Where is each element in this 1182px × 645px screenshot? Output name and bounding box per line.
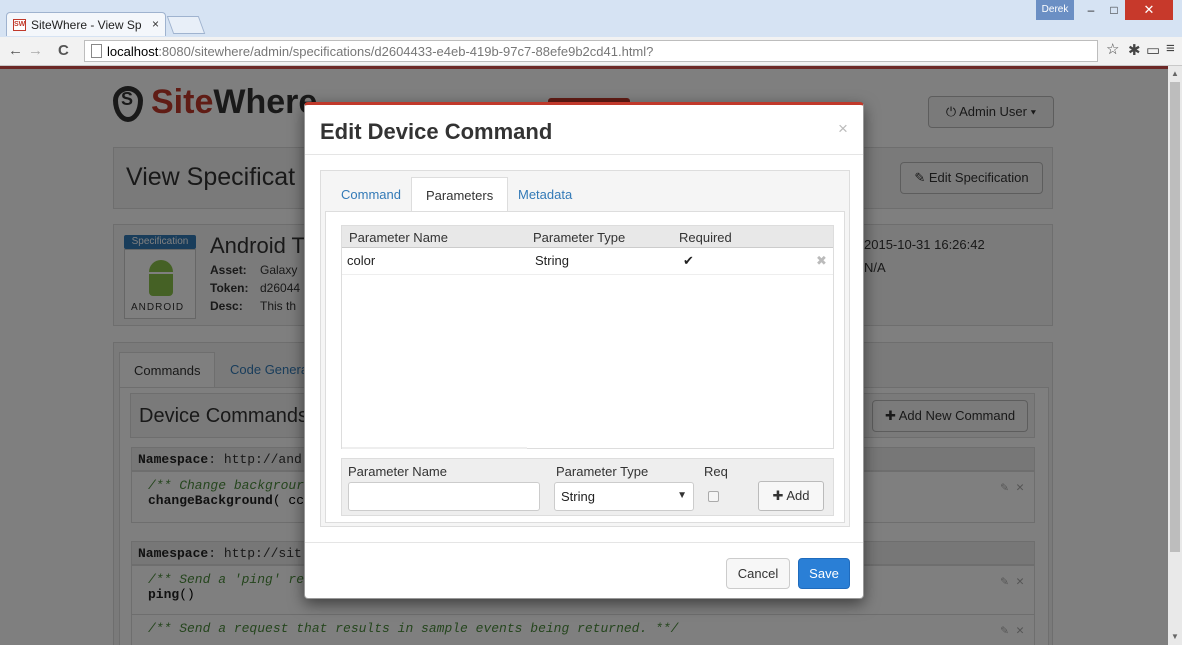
modal-footer: Cancel Save xyxy=(305,542,863,599)
column-header[interactable]: Parameter Name xyxy=(349,230,448,245)
required-checkbox[interactable] xyxy=(708,491,719,502)
dropdown-arrow-icon: ▼ xyxy=(677,490,687,501)
required-label: Req xyxy=(704,464,728,479)
add-parameter-form: Parameter Name Parameter Type Req String… xyxy=(341,458,834,516)
delete-row-icon[interactable]: ✖ xyxy=(816,253,827,269)
parameters-grid: Parameter Name Parameter Type Required c… xyxy=(341,225,834,449)
save-button[interactable]: Save xyxy=(798,558,850,589)
url-host: localhost xyxy=(107,44,159,59)
parameter-type-cell: String xyxy=(535,253,569,268)
window-close-button[interactable]: ✕ xyxy=(1125,0,1173,20)
parameter-name-cell: color xyxy=(347,253,376,268)
column-header[interactable]: Required xyxy=(679,230,732,245)
cancel-button[interactable]: Cancel xyxy=(726,558,790,589)
sitewhere-favicon-icon: SW xyxy=(13,19,26,31)
modal-header: Edit Device Command × xyxy=(305,105,863,155)
grid-horizontal-scrollbar[interactable] xyxy=(342,447,527,449)
page-icon xyxy=(91,44,102,58)
parameter-type-label: Parameter Type xyxy=(556,464,649,479)
tab-command[interactable]: Command xyxy=(327,177,415,213)
browser-tab[interactable]: SW SiteWhere - View Sp × xyxy=(6,12,166,36)
parameters-tab-body: Parameter Name Parameter Type Required c… xyxy=(325,211,845,523)
close-icon[interactable]: × xyxy=(838,119,848,139)
parameter-type-select[interactable]: String ▼ xyxy=(554,482,694,511)
menu-icon[interactable]: ≡ xyxy=(1166,40,1175,57)
browser-toolbar: ← → C localhost:8080/sitewhere/admin/spe… xyxy=(0,37,1182,66)
modal-title: Edit Device Command xyxy=(320,119,553,144)
url-path: :8080/sitewhere/admin/specifications/d26… xyxy=(158,44,654,59)
back-icon[interactable]: ← xyxy=(8,42,23,59)
browser-chrome: SW SiteWhere - View Sp × Derek – □ ✕ ← →… xyxy=(0,0,1182,66)
add-parameter-button[interactable]: ✚ Add xyxy=(758,481,824,511)
window-user-badge[interactable]: Derek xyxy=(1036,0,1074,20)
tab-parameters[interactable]: Parameters xyxy=(411,177,509,213)
table-row[interactable]: color String ✔ ✖ xyxy=(342,249,833,275)
new-tab-button[interactable] xyxy=(166,16,206,34)
tab-close-icon[interactable]: × xyxy=(152,17,159,31)
tab-metadata[interactable]: Metadata xyxy=(504,177,586,213)
scroll-up-icon[interactable]: ▲ xyxy=(1171,69,1179,78)
cast-icon[interactable]: ▭ xyxy=(1146,41,1160,59)
bookmark-star-icon[interactable]: ☆ xyxy=(1106,40,1119,58)
scroll-down-icon[interactable]: ▼ xyxy=(1171,632,1179,641)
required-check-icon: ✔ xyxy=(683,253,694,268)
address-bar[interactable]: localhost:8080/sitewhere/admin/specifica… xyxy=(84,40,1098,62)
page-scrollbar[interactable]: ▲ ▼ xyxy=(1168,66,1182,645)
grid-header: Parameter Name Parameter Type Required xyxy=(342,226,833,248)
tab-title: SiteWhere - View Sp xyxy=(31,18,142,32)
scroll-thumb[interactable] xyxy=(1170,82,1180,552)
forward-icon[interactable]: → xyxy=(28,42,43,59)
reload-icon[interactable]: C xyxy=(58,42,69,59)
maximize-button[interactable]: □ xyxy=(1100,0,1128,20)
modal-tabs: Command Parameters Metadata Parameter Na… xyxy=(320,170,850,527)
parameter-name-input[interactable] xyxy=(348,482,540,511)
column-header[interactable]: Parameter Type xyxy=(533,230,625,245)
edit-device-command-modal: Edit Device Command × Command Parameters… xyxy=(304,102,864,599)
parameter-type-value: String xyxy=(561,489,595,504)
parameter-name-label: Parameter Name xyxy=(348,464,447,479)
extension-icon[interactable]: ✱ xyxy=(1128,41,1141,59)
